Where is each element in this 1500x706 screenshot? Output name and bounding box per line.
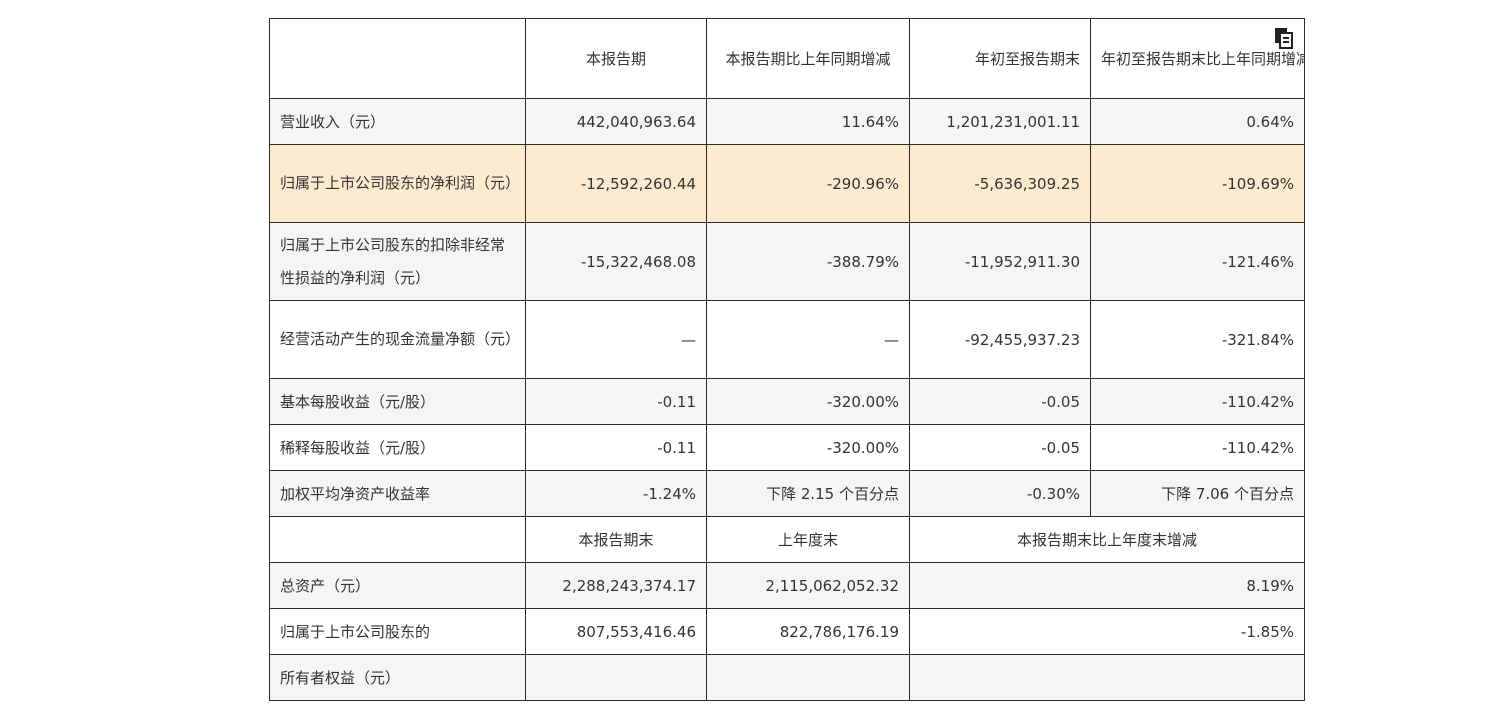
cell-current-period: -15,322,468.08	[525, 222, 707, 301]
cell-period-end: 2,288,243,374.17	[525, 562, 707, 609]
cell-current-period: -0.11	[525, 424, 707, 471]
table-row-weighted-roe: 加权平均净资产收益率 -1.24% 下降 2.15 个百分点 -0.30% 下降…	[269, 470, 1305, 517]
table-row-diluted-eps: 稀释每股收益（元/股） -0.11 -320.00% -0.05 -110.42…	[269, 424, 1305, 471]
cell-period-end-change: 8.19%	[909, 562, 1305, 609]
table-header-row: 本报告期 本报告期比上年同期增减 年初至报告期末 年初至报告期末比上年同期增减	[269, 18, 1305, 99]
row-label: 营业收入（元）	[269, 98, 526, 145]
subheader-period-end: 本报告期末	[525, 516, 707, 563]
cell-current-period: -12,592,260.44	[525, 144, 707, 223]
table-row-shareholder-equity: 归属于上市公司股东的 807,553,416.46 822,786,176.19…	[269, 608, 1305, 655]
cell-prior-year-end: 822,786,176.19	[706, 608, 910, 655]
cell-prior-year-end	[706, 654, 910, 701]
cell-current-period-yoy: —	[706, 300, 910, 379]
header-corner-cell	[269, 18, 526, 99]
table-row-basic-eps: 基本每股收益（元/股） -0.11 -320.00% -0.05 -110.42…	[269, 378, 1305, 425]
row-label: 归属于上市公司股东的	[269, 608, 526, 655]
cell-year-to-date-yoy: -121.46%	[1090, 222, 1305, 301]
cell-current-period: 442,040,963.64	[525, 98, 707, 145]
cell-year-to-date: -11,952,911.30	[909, 222, 1091, 301]
table-row-total-assets: 总资产（元） 2,288,243,374.17 2,115,062,052.32…	[269, 562, 1305, 609]
row-label: 稀释每股收益（元/股）	[269, 424, 526, 471]
table-row-owners-equity-cont: 所有者权益（元）	[269, 654, 1305, 701]
row-label: 加权平均净资产收益率	[269, 470, 526, 517]
header-year-to-date: 年初至报告期末	[909, 18, 1091, 99]
cell-year-to-date: -0.05	[909, 424, 1091, 471]
cell-year-to-date-yoy: -321.84%	[1090, 300, 1305, 379]
row-label: 归属于上市公司股东的扣除非经常性损益的净利润（元）	[269, 222, 526, 301]
cell-current-period: —	[525, 300, 707, 379]
cell-current-period-yoy: 下降 2.15 个百分点	[706, 470, 910, 517]
table-row-revenue: 营业收入（元） 442,040,963.64 11.64% 1,201,231,…	[269, 98, 1305, 145]
header-current-period: 本报告期	[525, 18, 707, 99]
cell-period-end-change: -1.85%	[909, 608, 1305, 655]
header-year-to-date-yoy: 年初至报告期末比上年同期增减	[1090, 18, 1305, 99]
cell-current-period-yoy: -320.00%	[706, 378, 910, 425]
row-label: 基本每股收益（元/股）	[269, 378, 526, 425]
cell-current-period-yoy: -388.79%	[706, 222, 910, 301]
subheader-corner-cell	[269, 516, 526, 563]
cell-current-period: -1.24%	[525, 470, 707, 517]
copy-icon[interactable]	[1274, 27, 1294, 49]
cell-current-period-yoy: -320.00%	[706, 424, 910, 471]
cell-current-period-yoy: -290.96%	[706, 144, 910, 223]
cell-period-end	[525, 654, 707, 701]
cell-year-to-date-yoy: -109.69%	[1090, 144, 1305, 223]
cell-year-to-date-yoy: -110.42%	[1090, 378, 1305, 425]
subheader-period-end-change: 本报告期末比上年度末增减	[909, 516, 1305, 563]
cell-current-period-yoy: 11.64%	[706, 98, 910, 145]
table-row-operating-cash-flow: 经营活动产生的现金流量净额（元） — — -92,455,937.23 -321…	[269, 300, 1305, 379]
table-row-net-profit[interactable]: 归属于上市公司股东的净利润（元） -12,592,260.44 -290.96%…	[269, 144, 1305, 223]
cell-year-to-date: -0.30%	[909, 470, 1091, 517]
header-year-to-date-yoy-label: 年初至报告期末比上年同期增减	[1101, 49, 1305, 68]
cell-current-period: -0.11	[525, 378, 707, 425]
cell-prior-year-end: 2,115,062,052.32	[706, 562, 910, 609]
subheader-prior-year-end: 上年度末	[706, 516, 910, 563]
row-label: 归属于上市公司股东的净利润（元）	[269, 144, 526, 223]
cell-year-to-date: -92,455,937.23	[909, 300, 1091, 379]
cell-year-to-date-yoy: 下降 7.06 个百分点	[1090, 470, 1305, 517]
cell-year-to-date-yoy: -110.42%	[1090, 424, 1305, 471]
table-row-net-profit-excl-nonrecurring: 归属于上市公司股东的扣除非经常性损益的净利润（元） -15,322,468.08…	[269, 222, 1305, 301]
row-label: 总资产（元）	[269, 562, 526, 609]
row-label: 经营活动产生的现金流量净额（元）	[269, 300, 526, 379]
cell-year-to-date-yoy: 0.64%	[1090, 98, 1305, 145]
table-subheader-row: 本报告期末 上年度末 本报告期末比上年度末增减	[269, 516, 1305, 563]
cell-period-end-change	[909, 654, 1305, 701]
header-current-period-yoy: 本报告期比上年同期增减	[706, 18, 910, 99]
row-label: 所有者权益（元）	[269, 654, 526, 701]
cell-period-end: 807,553,416.46	[525, 608, 707, 655]
cell-year-to-date: -5,636,309.25	[909, 144, 1091, 223]
financial-summary-table: 本报告期 本报告期比上年同期增减 年初至报告期末 年初至报告期末比上年同期增减 …	[269, 18, 1305, 701]
cell-year-to-date: 1,201,231,001.11	[909, 98, 1091, 145]
cell-year-to-date: -0.05	[909, 378, 1091, 425]
